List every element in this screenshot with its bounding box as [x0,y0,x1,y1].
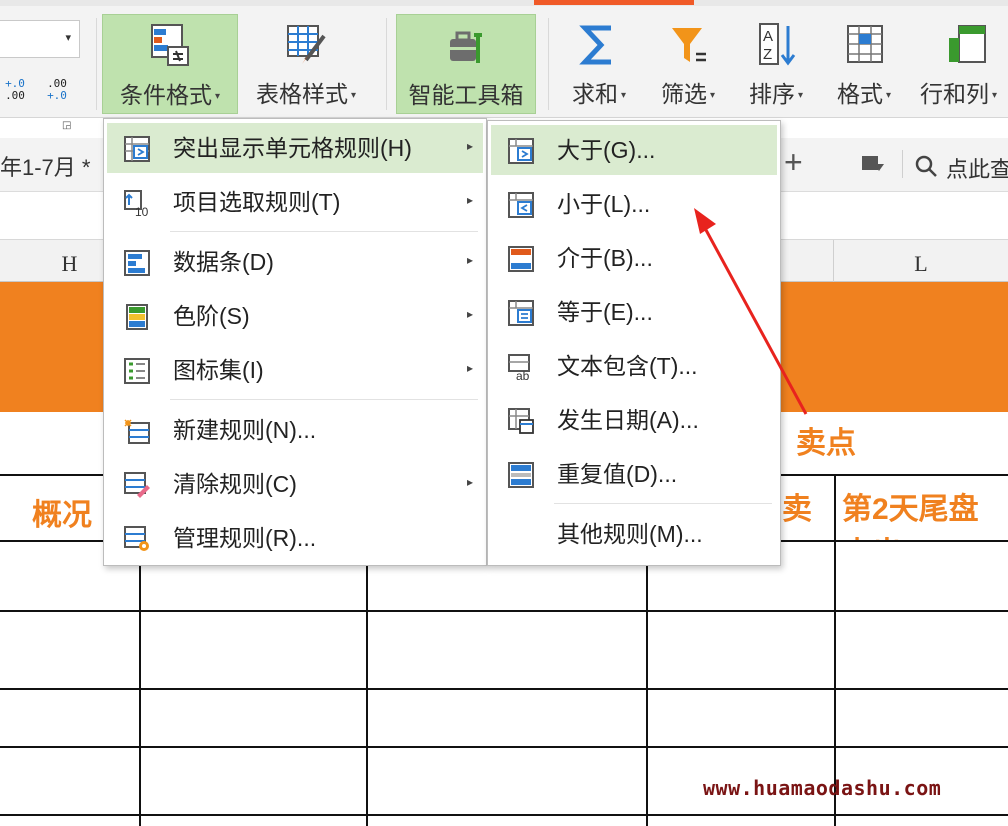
submenu-item-more-rules[interactable]: 其他规则(M)... [491,509,777,559]
submenu-arrow-icon: ▸ [466,139,473,153]
svg-text:Z: Z [763,46,772,63]
sort-button[interactable]: A Z 排序 ▾ [734,14,818,114]
rows-columns-button[interactable]: 行和列 ▾ [912,14,1008,114]
watermark: www.huamaodashu.com [703,776,942,800]
cell-mai[interactable]: 卖 [782,484,812,528]
clear-rules-icon [124,472,150,498]
menu-separator [554,503,772,504]
format-button[interactable]: 格式 ▾ [822,14,906,114]
grid-line [0,688,1008,690]
new-rule-icon [124,419,150,444]
conditional-format-menu: 突出显示单元格规则(H) ▸ 10 项目选取规则(T) ▸ 数据条(D) ▸ 色… [103,118,487,566]
sort-icon: A Z [759,23,796,66]
menu-item-color-scales[interactable]: 色阶(S) ▸ [107,291,483,341]
cell-gaikuang[interactable]: 概况 [32,490,92,534]
submenu-item-between[interactable]: 介于(B)... [491,233,777,283]
chevron-down-icon[interactable]: ▾ [65,31,71,44]
color-scales-icon [126,304,148,330]
group-launcher-icon[interactable]: ◲ [62,120,72,131]
greater-than-icon [508,138,534,164]
toolbox-icon [450,31,482,63]
svg-text:A: A [763,28,773,45]
sum-icon [579,25,611,65]
conditional-format-button[interactable]: 条件格式 ▾ [102,14,238,114]
data-bars-icon [124,250,150,276]
cell-day2[interactable]: 第2天尾盘 [842,484,979,528]
submenu-arrow-icon: ▸ [466,307,473,321]
top-bottom-rules-icon: 10 [124,190,149,217]
ribbon-tab-bar [0,0,1008,6]
add-tab-icon[interactable]: + [784,144,803,180]
menu-separator [170,399,478,400]
submenu-arrow-icon: ▸ [466,253,473,267]
number-format-combo[interactable]: ▾ [0,20,80,58]
smart-toolbox-button[interactable]: 智能工具箱 [396,14,536,114]
menu-item-clear-rules[interactable]: 清除规则(C) ▸ [107,459,483,509]
ribbon-separator [548,18,549,110]
grid-line [834,476,836,826]
highlight-cells-submenu: 大于(G)... 小于(L)... 介于(B)... 等于(E)... ab 文… [487,120,781,566]
search-box-label[interactable]: 点此查 [946,152,1008,184]
rows-columns-icon [949,25,986,63]
submenu-item-duplicate-values[interactable]: 重复值(D)... [491,449,777,499]
decrease-decimal-button[interactable]: +.0 .00 [0,78,30,108]
grid-line [0,610,1008,612]
search-icon[interactable] [914,154,938,178]
column-header-l[interactable]: L [834,240,1008,282]
menu-item-manage-rules[interactable]: 管理规则(R)... [107,513,483,563]
cell-maidian[interactable]: 卖点 [796,418,856,462]
ribbon-separator [386,18,387,110]
tab-separator [902,150,903,178]
table-style-icon [287,25,326,64]
submenu-item-less-than[interactable]: 小于(L)... [491,179,777,229]
cell-day2-overflow: 卖出 [842,528,942,540]
submenu-item-equal-to[interactable]: 等于(E)... [491,287,777,337]
menu-item-top-bottom-rules[interactable]: 10 项目选取规则(T) ▸ [107,177,483,227]
submenu-arrow-icon: ▸ [466,193,473,207]
filter-button[interactable]: 筛选 ▾ [646,14,730,114]
grid-line [0,814,1008,816]
date-occurring-icon [508,408,534,434]
submenu-item-greater-than[interactable]: 大于(G)... [491,125,777,175]
manage-rules-icon [124,526,149,551]
duplicate-values-icon [508,462,534,488]
menu-item-icon-sets[interactable]: 图标集(I) ▸ [107,345,483,395]
ribbon-toolbar: ▾ +.0 .00 .00 +.0 条件格式 ▾ 表格样式 ▾ 智能工具箱 求和… [0,0,1008,118]
table-style-button[interactable]: 表格样式 ▾ [242,14,370,114]
between-icon [508,246,534,272]
grid-line [0,746,1008,748]
filter-icon [672,28,706,62]
active-tab-indicator [534,0,694,5]
svg-text:ab: ab [516,369,530,381]
document-tab[interactable]: 年1-7月 * [0,150,90,182]
text-contains-icon: ab [508,354,530,381]
highlight-cells-rules-icon [124,136,150,162]
submenu-arrow-icon: ▸ [466,361,473,375]
submenu-item-text-contains[interactable]: ab 文本包含(T)... [491,341,777,391]
increase-decimal-button[interactable]: .00 +.0 [42,78,72,108]
menu-separator [170,231,478,232]
submenu-item-date-occurring[interactable]: 发生日期(A)... [491,395,777,445]
less-than-icon [508,192,534,218]
icon-sets-icon [124,358,150,384]
submenu-arrow-icon: ▸ [466,475,473,489]
svg-text:10: 10 [135,205,149,217]
tab-list-icon[interactable] [860,154,886,176]
format-icon [847,25,883,63]
ribbon-separator [96,18,97,110]
menu-item-data-bars[interactable]: 数据条(D) ▸ [107,237,483,287]
sum-button[interactable]: 求和 ▾ [558,14,640,114]
menu-item-new-rule[interactable]: 新建规则(N)... [107,405,483,455]
equal-to-icon [508,300,534,326]
conditional-format-icon [151,24,189,66]
menu-item-highlight-cells-rules[interactable]: 突出显示单元格规则(H) ▸ [107,123,483,173]
